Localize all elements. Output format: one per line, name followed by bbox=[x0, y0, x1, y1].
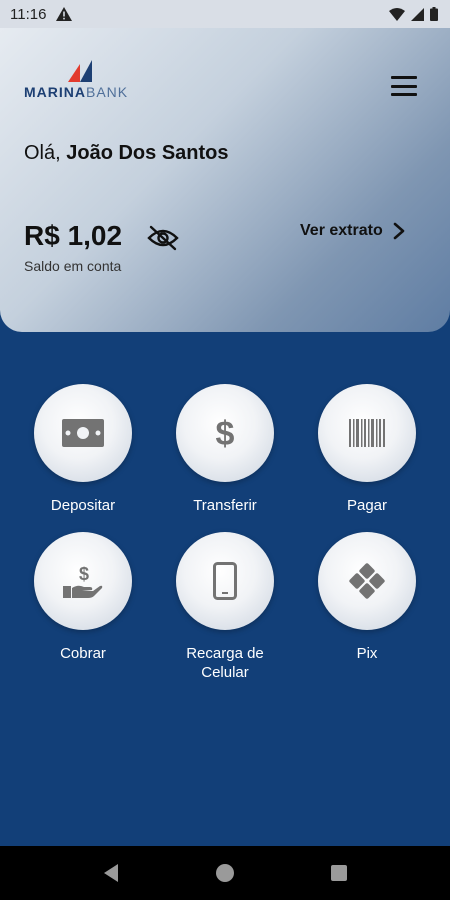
system-navigation-bar bbox=[0, 846, 450, 900]
chevron-right-icon bbox=[393, 222, 405, 240]
action-recarga-celular[interactable]: Recarga de Celular bbox=[160, 532, 290, 682]
phone-icon bbox=[213, 562, 237, 600]
action-pix[interactable]: Pix bbox=[302, 532, 432, 663]
action-button[interactable] bbox=[318, 384, 416, 482]
greeting-prefix: Olá, bbox=[24, 142, 61, 164]
pix-icon bbox=[349, 563, 385, 599]
dollar-icon: $ bbox=[216, 415, 235, 452]
menu-button[interactable] bbox=[388, 72, 420, 100]
action-label: Pix bbox=[356, 645, 378, 662]
eye-off-icon[interactable] bbox=[146, 224, 180, 252]
action-label: Recarga de Celular bbox=[186, 645, 264, 681]
svg-text:$: $ bbox=[216, 415, 235, 452]
action-transferir[interactable]: $ Transferir bbox=[160, 384, 290, 515]
action-button[interactable]: $ bbox=[176, 384, 274, 482]
action-label: Depositar bbox=[50, 497, 116, 514]
action-button[interactable] bbox=[176, 532, 274, 630]
action-label: Transferir bbox=[193, 497, 257, 514]
action-cobrar[interactable]: $ Cobrar bbox=[18, 532, 148, 663]
warning-icon bbox=[56, 7, 73, 21]
logo-wordmark: MARINABANK bbox=[24, 84, 129, 100]
view-statement-link[interactable]: Ver extrato bbox=[300, 222, 405, 240]
recents-icon[interactable] bbox=[330, 864, 348, 882]
home-icon[interactable] bbox=[215, 863, 235, 883]
hamburger-line bbox=[391, 84, 417, 88]
action-label: Cobrar bbox=[60, 645, 106, 662]
action-depositar[interactable]: Depositar bbox=[18, 384, 148, 515]
balance-label: Saldo em conta bbox=[24, 258, 122, 274]
hamburger-line bbox=[391, 76, 417, 79]
action-pagar[interactable]: Pagar bbox=[302, 384, 432, 515]
wifi-icon bbox=[389, 7, 405, 21]
signal-icon bbox=[411, 7, 424, 21]
back-icon[interactable] bbox=[102, 863, 120, 883]
balance-amount: R$ 1,02 bbox=[24, 220, 123, 251]
action-label: Pagar bbox=[346, 497, 388, 514]
hand-money-icon: $ bbox=[63, 564, 103, 598]
cash-icon bbox=[62, 419, 104, 447]
action-button[interactable] bbox=[34, 384, 132, 482]
greeting: Olá, João Dos Santos bbox=[24, 142, 229, 165]
hamburger-line bbox=[391, 93, 417, 96]
marina-bank-logo: MARINABANK bbox=[24, 60, 144, 100]
battery-icon bbox=[430, 7, 438, 21]
status-bar: 11:16 bbox=[0, 0, 450, 28]
view-statement-label: Ver extrato bbox=[300, 222, 383, 239]
svg-text:$: $ bbox=[79, 564, 89, 584]
account-header-card: MARINABANK Olá, João Dos Santos R$ 1,02 … bbox=[0, 28, 450, 332]
logo-sail-icon bbox=[68, 60, 92, 82]
user-name: João Dos Santos bbox=[66, 142, 229, 164]
status-time: 11:16 bbox=[10, 5, 47, 23]
action-button[interactable] bbox=[318, 532, 416, 630]
action-button[interactable]: $ bbox=[34, 532, 132, 630]
barcode-icon bbox=[349, 419, 385, 447]
